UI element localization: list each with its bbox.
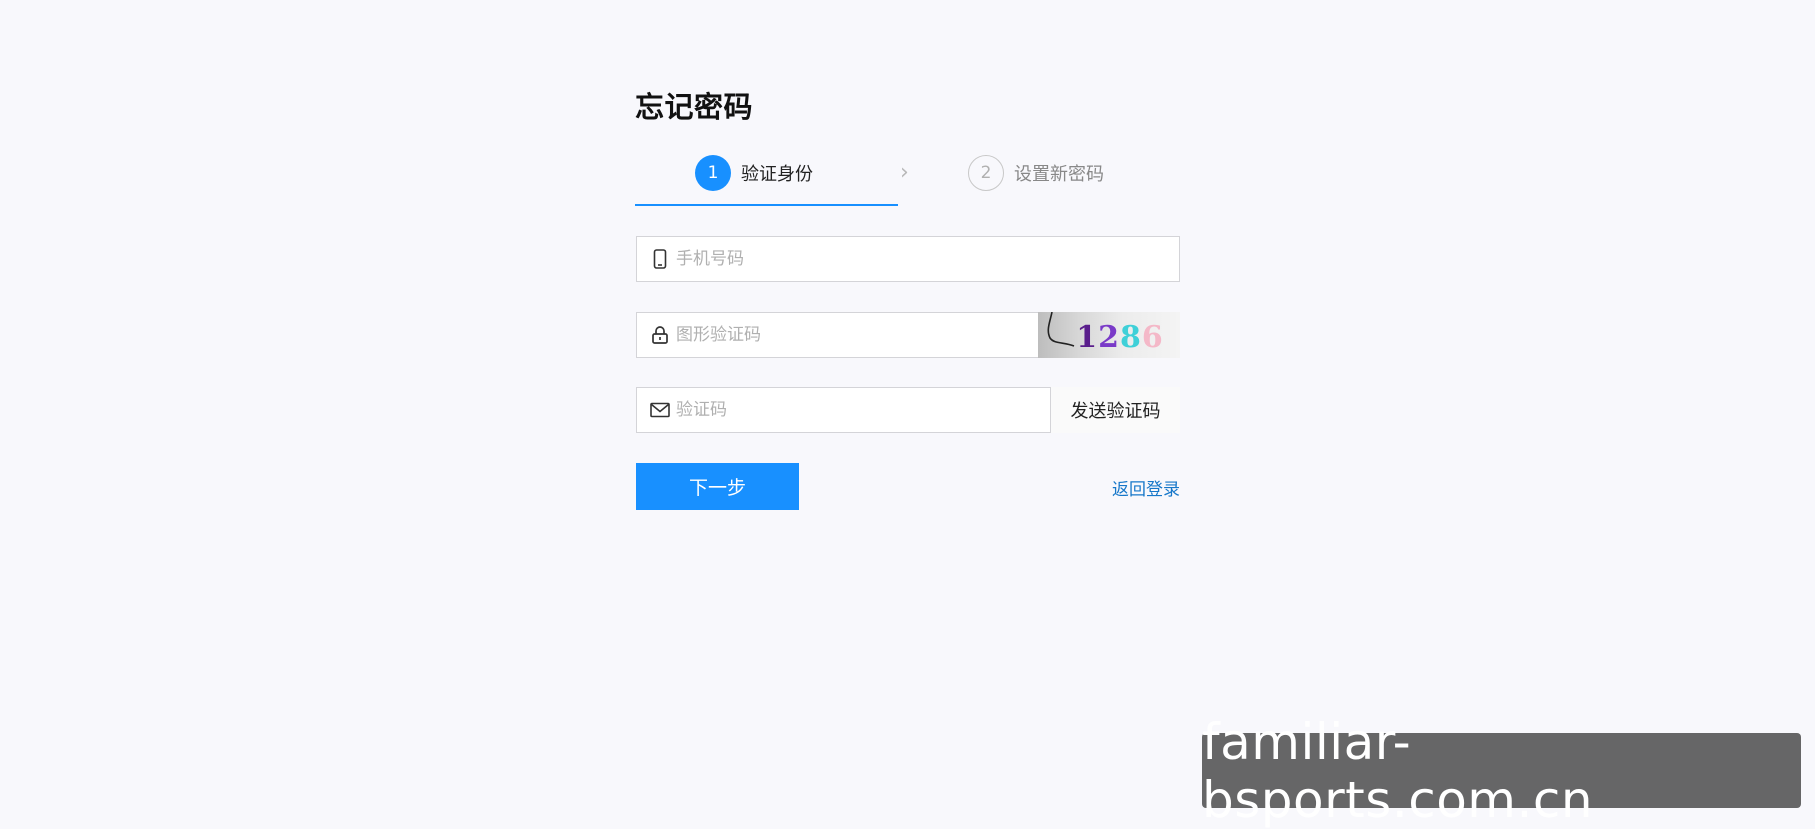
mail-icon — [650, 400, 670, 420]
step-label-set-new-password: 设置新密码 — [1014, 164, 1104, 185]
lock-icon — [650, 325, 670, 345]
page-title: 忘记密码 — [635, 90, 754, 124]
active-step-underline — [635, 204, 898, 206]
step-number-1: 1 — [695, 155, 731, 191]
phone-icon — [650, 249, 670, 269]
phone-field — [636, 236, 1180, 282]
verification-code-input[interactable] — [676, 388, 1050, 432]
captcha-image[interactable]: 1286 — [1038, 312, 1180, 358]
step-verify-identity: 1 验证身份 — [695, 154, 813, 192]
verification-code-field: 发送验证码 — [636, 387, 1180, 433]
step-number-2: 2 — [968, 155, 1004, 191]
captcha-input[interactable] — [676, 313, 1038, 357]
step-label-verify-identity: 验证身份 — [741, 164, 813, 185]
phone-input[interactable] — [676, 237, 1179, 281]
steps-indicator: 1 验证身份 › 2 设置新密码 — [635, 154, 1180, 208]
captcha-field: 1286 — [636, 312, 1180, 358]
send-code-button[interactable]: 发送验证码 — [1050, 387, 1180, 433]
watermark: familiar-bsports.com.cn — [1202, 713, 1801, 829]
chevron-right-icon: › — [900, 160, 909, 185]
next-step-button[interactable]: 下一步 — [636, 463, 799, 510]
step-set-new-password: 2 设置新密码 — [968, 154, 1104, 192]
back-to-login-link[interactable]: 返回登录 — [1112, 475, 1180, 500]
